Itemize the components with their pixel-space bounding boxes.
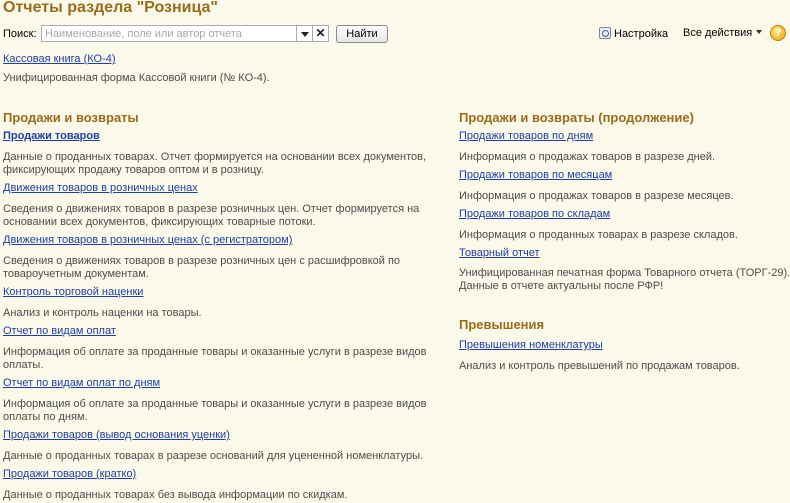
report-link[interactable]: Товарный отчет xyxy=(459,247,540,259)
report-description: Унифицированная форма Кассовой книги (№ … xyxy=(3,72,270,84)
help-icon[interactable]: ? xyxy=(770,25,786,41)
report-description: Данные в отчете актуальны после РФР! xyxy=(459,280,664,292)
report-link[interactable]: Продажи товаров xyxy=(3,130,100,142)
report-link[interactable]: Отчет по видам оплат xyxy=(3,325,116,337)
search-label: Поиск: xyxy=(3,28,37,40)
all-actions-menu[interactable]: Все действия xyxy=(683,27,763,39)
settings-button[interactable]: Настройка xyxy=(599,27,668,40)
settings-icon xyxy=(599,27,611,39)
all-actions-label: Все действия xyxy=(683,27,753,39)
report-link[interactable]: Продажи товаров по дням xyxy=(459,130,593,142)
report-link[interactable]: Контроль торговой наценки xyxy=(3,286,143,298)
report-item: Кассовая книга (КО-4) xyxy=(3,53,116,65)
report-link[interactable]: Движения товаров в розничных ценах (с ре… xyxy=(3,234,292,246)
report-link[interactable]: Отчет по видам оплат по дням xyxy=(3,377,160,389)
report-description: Сведения о движениях товаров в разрезе р… xyxy=(3,203,420,215)
report-description: основании всех документов, фиксирующих т… xyxy=(3,216,316,228)
report-link[interactable]: Продажи товаров по складам xyxy=(459,208,610,220)
settings-label: Настройка xyxy=(614,28,669,40)
section-title-exceed: Превышения xyxy=(459,317,545,332)
report-description: Информация о продажах товаров в разрезе … xyxy=(459,151,716,163)
report-link-cash-book[interactable]: Кассовая книга (КО-4) xyxy=(3,53,116,65)
report-link[interactable]: Движения товаров в розничных ценах xyxy=(3,182,198,194)
section-title-sales-continued: Продажи и возвраты (продолжение) xyxy=(459,110,694,125)
report-link[interactable]: Превышения номенклатуры xyxy=(459,339,603,351)
report-description: Данные о проданных товарах. Отчет формир… xyxy=(3,151,427,163)
report-description: Информация о проданных товарах в разрезе… xyxy=(459,229,738,241)
report-description: товароучетным документам. xyxy=(3,268,149,280)
report-link[interactable]: Продажи товаров по месяцам xyxy=(459,169,612,181)
report-description: Информация об оплате за проданные товары… xyxy=(3,398,427,410)
search-input[interactable] xyxy=(42,26,285,41)
report-description: Унифицированная печатная форма Товарного… xyxy=(459,267,790,279)
clear-search-button[interactable]: ✕ xyxy=(313,25,329,42)
report-description: фиксирующих продажу товаров оптом и в ро… xyxy=(3,164,264,176)
report-description: Данные о проданных товарах в разрезе осн… xyxy=(3,450,424,462)
search-dropdown-button[interactable] xyxy=(297,25,313,42)
report-description: Информация об оплате за проданные товары… xyxy=(3,346,427,358)
page-title: Отчеты раздела "Розница" xyxy=(3,0,218,16)
report-link[interactable]: Продажи товаров (кратко) xyxy=(3,468,136,480)
chevron-down-icon xyxy=(756,30,763,34)
report-description: Сведения о движениях товаров в разрезе р… xyxy=(3,255,401,267)
report-description: Данные о проданных товарах без вывода ин… xyxy=(3,489,348,501)
toolbar: Поиск: ✕ Найти Настройка Все действия ? xyxy=(3,25,788,45)
search-field[interactable] xyxy=(41,25,297,42)
report-link[interactable]: Продажи товаров (вывод основания уценки) xyxy=(3,429,230,441)
find-button[interactable]: Найти xyxy=(336,25,388,43)
section-title-sales: Продажи и возвраты xyxy=(3,110,139,125)
report-description: оплаты по дням. xyxy=(3,411,88,423)
report-description: оплаты. xyxy=(3,359,44,371)
report-description: Анализ и контроль превышений по продажам… xyxy=(459,360,740,372)
report-description: Анализ и контроль наценки на товары. xyxy=(3,307,202,319)
report-description: Информация о продажах товаров в разрезе … xyxy=(459,190,734,202)
